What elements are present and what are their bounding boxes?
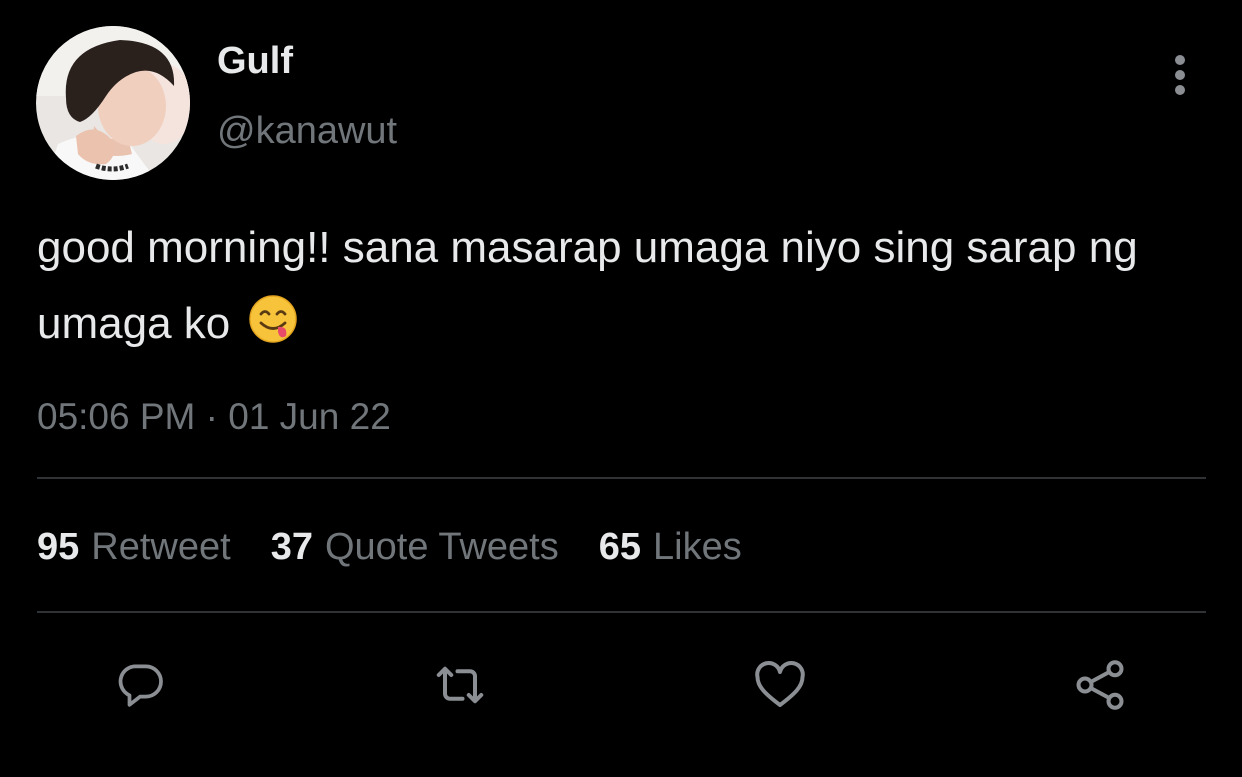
like-icon: [755, 661, 805, 707]
tweet-stats: 95 Retweet 37 Quote Tweets 65 Likes: [37, 522, 782, 572]
likes-count-link[interactable]: 65 Likes: [599, 526, 742, 569]
share-button[interactable]: [1070, 655, 1130, 715]
author-display-name[interactable]: Gulf: [217, 38, 293, 84]
author-handle[interactable]: @kanawut: [217, 108, 397, 154]
tweet-timestamp[interactable]: 05:06 PM · 01 Jun 22: [37, 394, 391, 440]
reply-button[interactable]: [110, 655, 170, 715]
tweet-body: good morning!! sana masarap umaga niyo s…: [37, 223, 1138, 348]
face-savoring-food-icon: [248, 292, 298, 368]
divider: [37, 477, 1206, 479]
tweet-text: good morning!! sana masarap umaga niyo s…: [37, 210, 1167, 368]
stat-count: 37: [270, 525, 313, 568]
retweet-icon: [436, 666, 484, 704]
stat-label: Quote Tweets: [324, 525, 559, 568]
reply-icon: [118, 664, 163, 707]
more-vertical-icon: [1175, 55, 1185, 95]
divider: [37, 611, 1206, 613]
stat-label: Retweet: [91, 525, 231, 568]
stat-label: Likes: [653, 525, 742, 568]
share-icon: [1076, 660, 1124, 710]
more-options-button[interactable]: [1160, 52, 1200, 98]
like-button[interactable]: [750, 655, 810, 715]
stat-count: 65: [598, 525, 642, 568]
avatar-image: [36, 26, 190, 180]
quote-tweets-count-link[interactable]: 37 Quote Tweets: [271, 526, 559, 569]
retweet-count-link[interactable]: 95 Retweet: [37, 526, 231, 569]
avatar[interactable]: [36, 26, 190, 180]
retweet-button[interactable]: [430, 655, 490, 715]
stat-count: 95: [37, 525, 80, 568]
